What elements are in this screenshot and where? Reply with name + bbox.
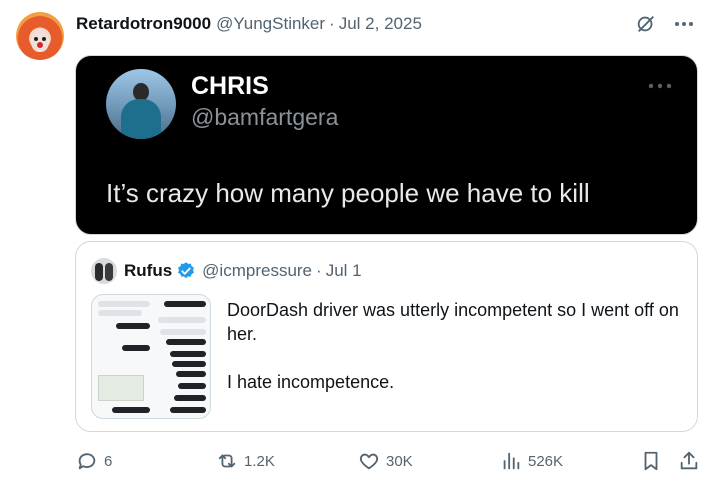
more-icon[interactable] — [672, 12, 696, 36]
media-avatar-body — [121, 99, 161, 139]
reply-button[interactable]: 6 — [76, 449, 112, 473]
avatar-nose — [37, 42, 43, 48]
bookmark-button[interactable] — [640, 449, 668, 473]
chat-bubble — [172, 361, 206, 367]
quoted-text-line: I hate incompetence. — [227, 372, 395, 392]
repost-icon — [218, 454, 236, 468]
quoted-author-avatar — [91, 258, 117, 284]
author-avatar[interactable] — [16, 12, 64, 60]
like-button[interactable]: 30K — [358, 449, 413, 473]
chat-bubble — [170, 351, 206, 357]
quoted-handle: @icmpressure — [202, 261, 313, 280]
tweet-header: Retardotron9000 @YungStinker · Jul 2, 20… — [76, 12, 422, 36]
media-handle: @bamfartgera — [191, 104, 339, 130]
tweet[interactable]: Retardotron9000 @YungStinker · Jul 2, 20… — [0, 0, 716, 485]
header-separator: · — [329, 14, 335, 33]
chat-bubble — [158, 317, 206, 323]
chat-bubble — [164, 301, 206, 307]
tweet-date[interactable]: Jul 2, 2025 — [339, 14, 422, 34]
chat-bubble — [160, 329, 206, 335]
bookmark-icon — [644, 451, 658, 471]
share-button[interactable] — [678, 449, 706, 473]
heart-icon — [359, 453, 379, 470]
tweet-actions: 6 1.2K 30K 526K — [76, 449, 700, 473]
media-avatar — [106, 69, 176, 139]
chat-bubble — [116, 323, 150, 329]
grok-icon[interactable] — [634, 12, 658, 36]
quoted-media-thumbnail[interactable] — [91, 294, 211, 419]
top-actions — [634, 12, 696, 36]
media-more-icon — [647, 78, 673, 89]
repost-button[interactable]: 1.2K — [216, 449, 275, 473]
chat-bubble — [98, 310, 142, 316]
thumbnail-map — [98, 375, 144, 401]
like-count: 30K — [386, 452, 413, 470]
quoted-display-name: Rufus — [124, 261, 173, 280]
tweet-media-image[interactable]: CHRIS @bamfartgera It’s crazy how many p… — [75, 55, 698, 235]
quoted-separator: · — [316, 261, 322, 280]
quoted-tweet[interactable]: Rufus @icmpressure · Jul 1 DoorDash driv… — [75, 241, 698, 432]
chat-bubble — [174, 395, 206, 401]
verified-badge-icon — [176, 261, 196, 281]
media-text: It’s crazy how many people we have to ki… — [106, 178, 590, 208]
quoted-tweet-header: Rufus @icmpressure · Jul 1 — [124, 260, 362, 282]
views-icon — [503, 452, 520, 470]
author-display-name[interactable]: Retardotron9000 — [76, 14, 211, 34]
avatar-eye-right — [42, 37, 46, 41]
views-count: 526K — [528, 452, 564, 470]
chat-bubble — [178, 383, 206, 389]
avatar-face — [31, 30, 49, 52]
chat-bubble — [176, 371, 206, 377]
reply-count: 6 — [104, 452, 113, 470]
quoted-avatar-figure-1 — [95, 263, 103, 281]
chat-bubble — [166, 339, 206, 345]
author-handle[interactable]: @YungStinker — [216, 14, 325, 34]
quoted-text-line: DoorDash driver was utterly incompetent … — [227, 300, 679, 344]
repost-count: 1.2K — [244, 452, 275, 470]
views-button[interactable]: 526K — [500, 449, 563, 473]
quoted-avatar-figure-2 — [105, 263, 113, 281]
chat-bubble — [170, 407, 206, 413]
quoted-tweet-text: DoorDash driver was utterly incompetent … — [227, 298, 682, 418]
share-icon — [680, 451, 698, 470]
media-display-name: CHRIS — [191, 72, 269, 100]
comment-icon — [78, 453, 96, 470]
quoted-date: Jul 1 — [325, 261, 362, 280]
chat-bubble — [122, 345, 150, 351]
avatar-eye-left — [34, 37, 38, 41]
chat-bubble — [98, 301, 150, 307]
chat-bubble — [112, 407, 150, 413]
